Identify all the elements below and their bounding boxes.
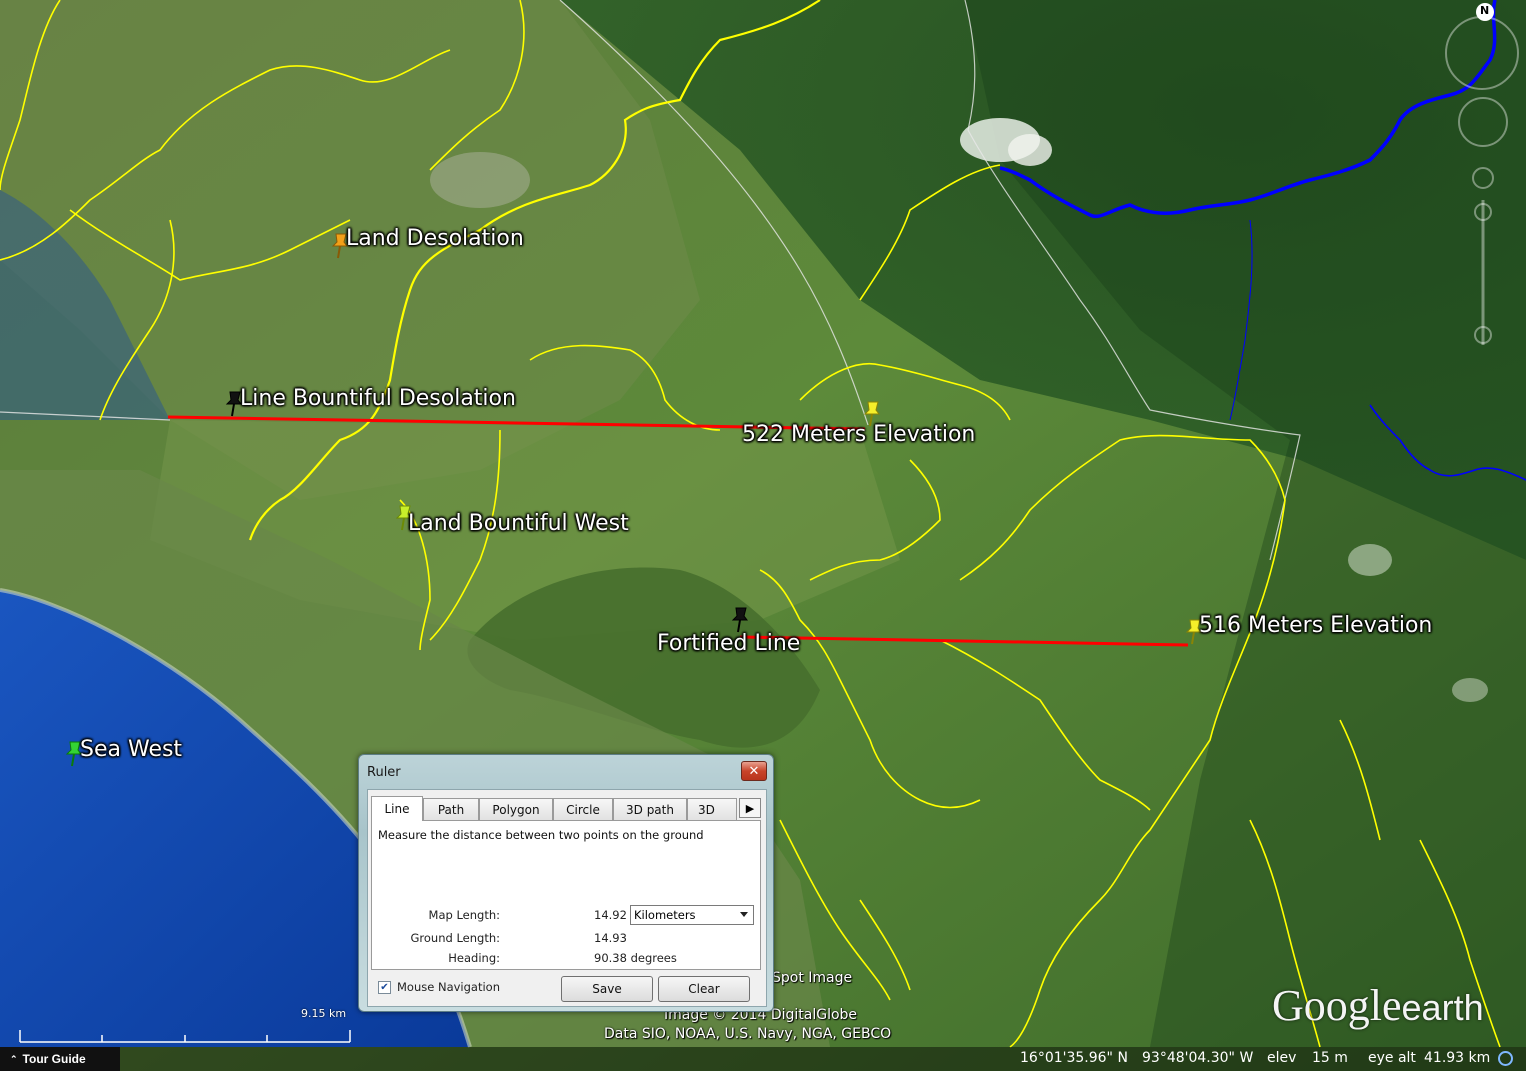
tab-scroll-right-button[interactable]: ▶	[739, 798, 761, 818]
map-length-label: Map Length:	[428, 908, 500, 922]
status-eye-alt-value: 41.93 km	[1424, 1050, 1491, 1066]
line-tab-panel: Measure the distance between two points …	[371, 820, 761, 970]
placemark-land-bountiful-west[interactable]: Land Bountiful West	[408, 511, 629, 536]
tab-line[interactable]: Line	[371, 796, 423, 821]
tab-polygon[interactable]: Polygon	[479, 798, 553, 820]
tab-3d[interactable]: 3D	[687, 798, 737, 820]
save-button[interactable]: Save	[561, 976, 653, 1002]
tour-guide-button[interactable]: ⌃ Tour Guide	[0, 1047, 120, 1071]
compass-north-label[interactable]: N	[1480, 4, 1489, 17]
units-dropdown[interactable]: Kilometers	[630, 905, 754, 925]
status-bar: 16°01'35.96" N 93°48'04.30" W elev 15 m …	[0, 1047, 1526, 1071]
chevron-up-icon: ⌃	[10, 1053, 18, 1064]
clear-button[interactable]: Clear	[658, 976, 750, 1002]
streaming-indicator-icon	[1498, 1051, 1513, 1066]
google-earth-logo: Googleearth	[1272, 980, 1484, 1031]
placemark-sea-west[interactable]: Sea West	[80, 737, 182, 762]
placemark-522-meters-elevation[interactable]: 522 Meters Elevation	[742, 422, 975, 447]
scale-bar-label: 9.15 km	[301, 1007, 347, 1020]
placemark-fortified-line[interactable]: Fortified Line	[657, 631, 800, 656]
ground-length-label: Ground Length:	[410, 931, 501, 945]
logo-earth-text: earth	[1401, 987, 1484, 1028]
heading-label: Heading:	[448, 951, 500, 965]
mouse-navigation-checkbox[interactable]: ✔	[378, 980, 391, 994]
tour-guide-label: Tour Guide	[22, 1052, 86, 1066]
attribution-data-sources: Data SIO, NOAA, U.S. Navy, NGA, GEBCO	[604, 1026, 892, 1042]
map-length-value: 14.92	[594, 908, 627, 922]
logo-google-text: Google	[1272, 981, 1402, 1030]
triangle-right-icon: ▶	[745, 801, 755, 815]
tab-path[interactable]: Path	[423, 798, 479, 820]
placemark-516-meters-elevation[interactable]: 516 Meters Elevation	[1199, 613, 1432, 638]
tab-circle[interactable]: Circle	[553, 798, 613, 820]
status-longitude: 93°48'04.30" W	[1142, 1050, 1254, 1066]
status-elev-value: 15 m	[1312, 1050, 1348, 1066]
placemark-line-bountiful-desolation[interactable]: Line Bountiful Desolation	[240, 386, 516, 411]
tab-3d-path[interactable]: 3D path	[613, 798, 687, 820]
ruler-title: Ruler	[367, 765, 401, 780]
mouse-navigation-option[interactable]: ✔ Mouse Navigation	[378, 980, 500, 994]
units-selected-value: Kilometers	[634, 908, 696, 922]
close-icon: ✕	[748, 763, 760, 779]
mouse-navigation-label: Mouse Navigation	[397, 980, 500, 994]
black-pushpin-icon-2[interactable]	[728, 604, 750, 634]
ground-length-value: 14.93	[594, 931, 627, 945]
ruler-tabs: Line Path Polygon Circle 3D path 3D ▶	[371, 796, 763, 821]
ruler-body: Line Path Polygon Circle 3D path 3D ▶ Me…	[367, 789, 767, 1007]
status-eye-alt-label: eye alt	[1368, 1050, 1416, 1066]
attribution-spot-image: Spot Image	[772, 970, 853, 986]
close-button[interactable]: ✕	[741, 761, 767, 781]
dropdown-arrow-icon	[740, 912, 748, 917]
status-latitude: 16°01'35.96" N	[1020, 1050, 1128, 1066]
heading-value: 90.38 degrees	[594, 951, 677, 965]
measure-description: Measure the distance between two points …	[378, 828, 704, 842]
status-elev-label: elev	[1267, 1050, 1297, 1066]
ruler-dialog: Ruler ✕ Line Path Polygon Circle 3D path…	[358, 754, 774, 1012]
placemark-land-desolation[interactable]: Land Desolation	[346, 226, 524, 251]
